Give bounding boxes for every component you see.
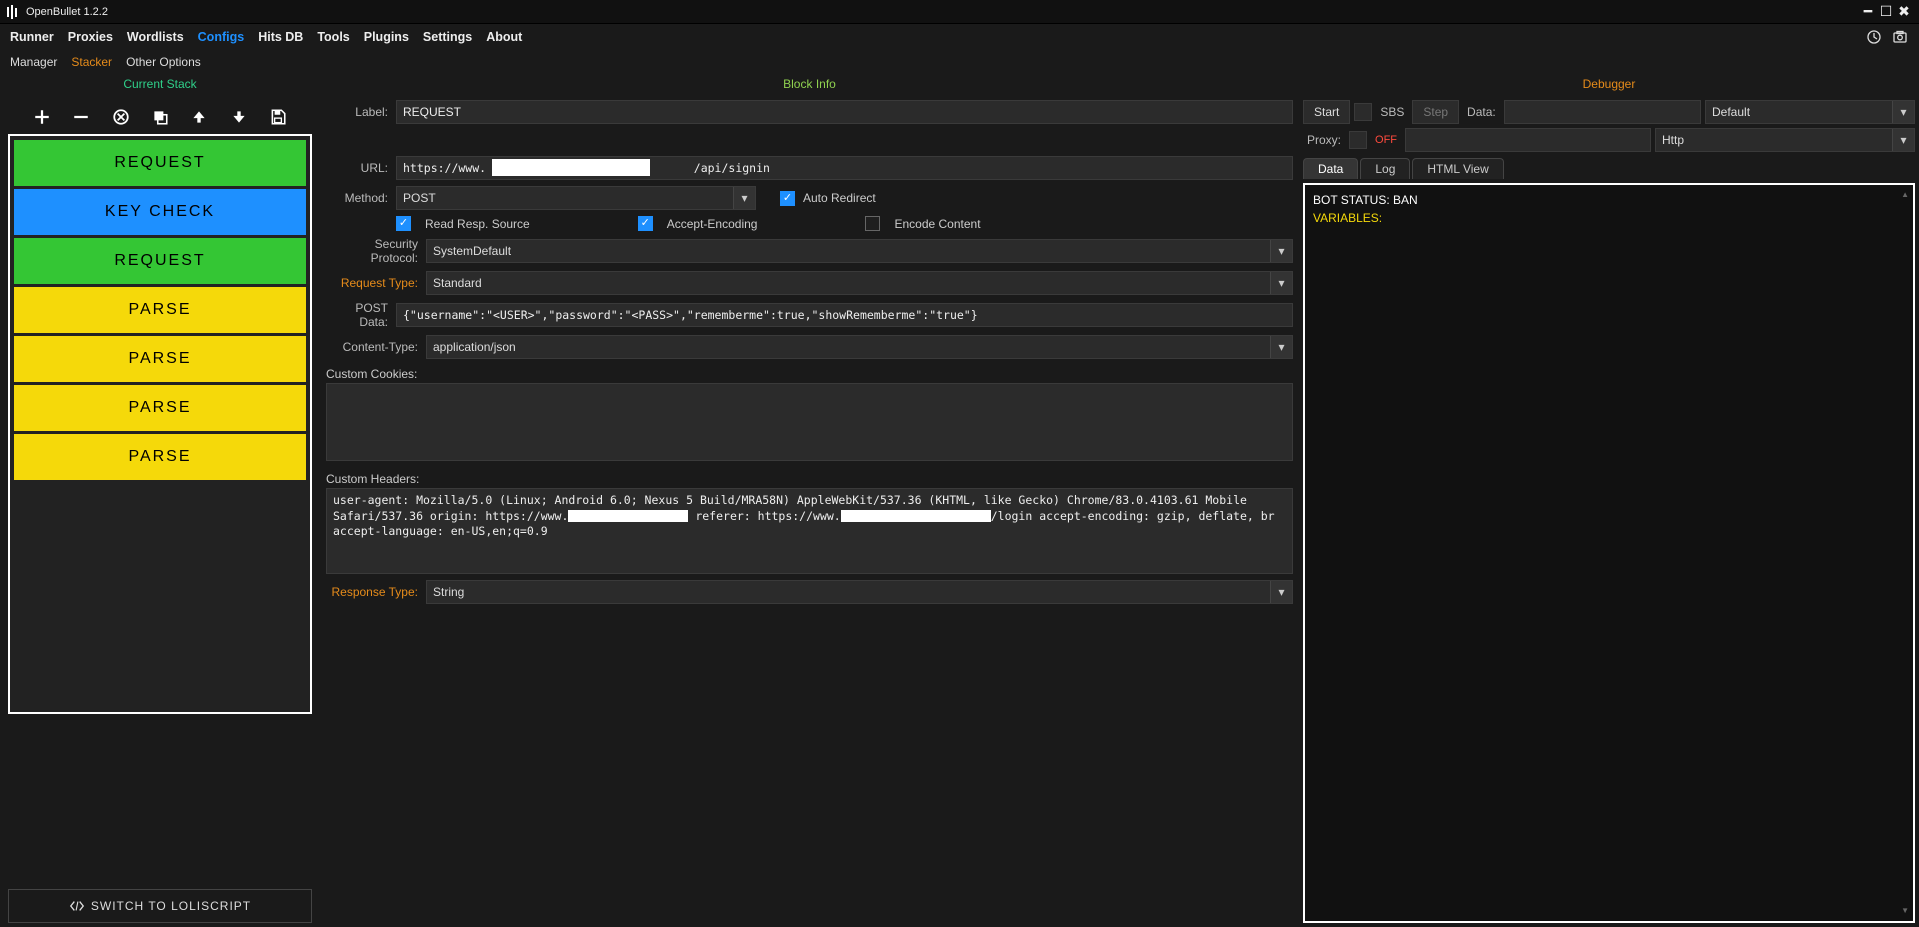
stack-block[interactable]: PARSE [14, 287, 306, 333]
debugger-console: BOT STATUS: BAN VARIABLES: ▲▼ [1303, 183, 1915, 923]
url-input[interactable] [396, 156, 1293, 180]
method-select[interactable]: POST ▾ [396, 186, 756, 210]
save-button[interactable] [267, 106, 289, 128]
read-resp-checkbox[interactable] [396, 216, 411, 231]
proxy-off-label: OFF [1371, 134, 1401, 146]
proxy-label: Proxy: [1303, 133, 1345, 147]
subtab-other-options[interactable]: Other Options [126, 55, 201, 69]
stack-toolbar [8, 100, 312, 134]
accept-encoding-checkbox[interactable] [638, 216, 653, 231]
menu-hitsdb[interactable]: Hits DB [258, 30, 303, 44]
stack-block[interactable]: PARSE [14, 336, 306, 382]
menu-settings[interactable]: Settings [423, 30, 472, 44]
move-up-button[interactable] [188, 106, 210, 128]
chevron-down-icon[interactable]: ▾ [1892, 129, 1914, 151]
auto-redirect-label: Auto Redirect [803, 191, 876, 205]
menu-tools[interactable]: Tools [317, 30, 349, 44]
debugger-header: Debugger [1299, 77, 1919, 91]
remove-block-button[interactable] [70, 106, 92, 128]
post-data-label: POST Data: [326, 301, 388, 329]
sbs-label: SBS [1376, 105, 1408, 119]
chevron-down-icon[interactable]: ▾ [1270, 240, 1292, 262]
stack-block[interactable]: KEY CHECK [14, 189, 306, 235]
debugger-start-button[interactable]: Start [1303, 100, 1350, 124]
app-title: OpenBullet 1.2.2 [26, 6, 108, 18]
request-type-select[interactable]: Standard ▾ [426, 271, 1293, 295]
debugger-step-button[interactable]: Step [1412, 100, 1459, 124]
sub-menu: Manager Stacker Other Options [0, 50, 1919, 74]
menu-plugins[interactable]: Plugins [364, 30, 409, 44]
info-header: Block Info [320, 77, 1299, 91]
menu-wordlists[interactable]: Wordlists [127, 30, 184, 44]
subtab-stacker[interactable]: Stacker [71, 55, 112, 69]
auto-redirect-checkbox[interactable] [780, 191, 795, 206]
debug-data-input[interactable] [1504, 100, 1701, 124]
titlebar: OpenBullet 1.2.2 ━ ☐ ✖ [0, 0, 1919, 24]
read-resp-label: Read Resp. Source [425, 217, 530, 231]
data-label: Data: [1463, 105, 1500, 119]
url-label: URL: [326, 161, 388, 175]
menu-proxies[interactable]: Proxies [68, 30, 113, 44]
chevron-down-icon[interactable]: ▾ [1270, 336, 1292, 358]
tab-data[interactable]: Data [1303, 158, 1358, 179]
method-label: Method: [326, 191, 388, 205]
menu-about[interactable]: About [486, 30, 522, 44]
label-field-label: Label: [326, 105, 388, 119]
post-data-input[interactable] [396, 303, 1293, 327]
security-protocol-select[interactable]: SystemDefault ▾ [426, 239, 1293, 263]
response-type-select[interactable]: String ▾ [426, 580, 1293, 604]
sbs-toggle[interactable] [1354, 103, 1372, 121]
move-down-button[interactable] [228, 106, 250, 128]
stack-block[interactable]: REQUEST [14, 238, 306, 284]
chevron-down-icon[interactable]: ▾ [733, 187, 755, 209]
custom-cookies-input[interactable] [326, 383, 1293, 461]
switch-loliscript-label: SWITCH TO LOLISCRIPT [91, 899, 251, 913]
custom-headers-label: Custom Headers: [326, 472, 1293, 486]
security-protocol-label: Security Protocol: [326, 237, 418, 265]
tab-htmlview[interactable]: HTML View [1412, 158, 1503, 179]
encode-content-label: Encode Content [894, 217, 980, 231]
custom-cookies-label: Custom Cookies: [326, 367, 1293, 381]
proxy-type-select[interactable]: Http ▾ [1655, 128, 1915, 152]
request-type-label: Request Type: [326, 276, 418, 290]
stack-block[interactable]: REQUEST [14, 140, 306, 186]
content-type-select[interactable]: application/json ▾ [426, 335, 1293, 359]
maximize-button[interactable]: ☐ [1877, 3, 1895, 20]
accept-encoding-label: Accept-Encoding [667, 217, 758, 231]
stack-block[interactable]: PARSE [14, 434, 306, 480]
proxy-input[interactable] [1405, 128, 1651, 152]
menu-runner[interactable]: Runner [10, 30, 54, 44]
data-wordlist-select[interactable]: Default ▾ [1705, 100, 1915, 124]
switch-loliscript-button[interactable]: SWITCH TO LOLISCRIPT [8, 889, 312, 923]
stack-list: REQUESTKEY CHECKREQUESTPARSEPARSEPARSEPA… [8, 134, 312, 714]
response-type-label: Response Type: [326, 585, 418, 599]
clone-block-button[interactable] [149, 106, 171, 128]
main-menu: Runner Proxies Wordlists Configs Hits DB… [0, 24, 1919, 50]
chevron-down-icon[interactable]: ▾ [1270, 272, 1292, 294]
custom-headers-input[interactable]: user-agent: Mozilla/5.0 (Linux; Android … [326, 488, 1293, 574]
clear-stack-button[interactable] [110, 106, 132, 128]
app-logo-icon [6, 5, 20, 19]
screenshot-icon[interactable] [1891, 28, 1909, 46]
menu-configs[interactable]: Configs [198, 30, 245, 44]
encode-content-checkbox[interactable] [865, 216, 880, 231]
chevron-down-icon[interactable]: ▾ [1270, 581, 1292, 603]
minimize-button[interactable]: ━ [1859, 3, 1877, 20]
content-type-label: Content-Type: [326, 340, 418, 354]
tab-log[interactable]: Log [1360, 158, 1410, 179]
label-input[interactable] [396, 100, 1293, 124]
chevron-down-icon[interactable]: ▾ [1892, 101, 1914, 123]
proxy-toggle[interactable] [1349, 131, 1367, 149]
scroll-down-icon[interactable]: ▼ [1901, 905, 1909, 917]
add-block-button[interactable] [31, 106, 53, 128]
stack-header: Current Stack [0, 77, 320, 91]
scroll-up-icon[interactable]: ▲ [1901, 189, 1909, 201]
close-button[interactable]: ✖ [1895, 3, 1913, 20]
stack-block[interactable]: PARSE [14, 385, 306, 431]
subtab-manager[interactable]: Manager [10, 55, 57, 69]
debugger-tabs: Data Log HTML View [1303, 158, 1915, 179]
history-icon[interactable] [1865, 28, 1883, 46]
